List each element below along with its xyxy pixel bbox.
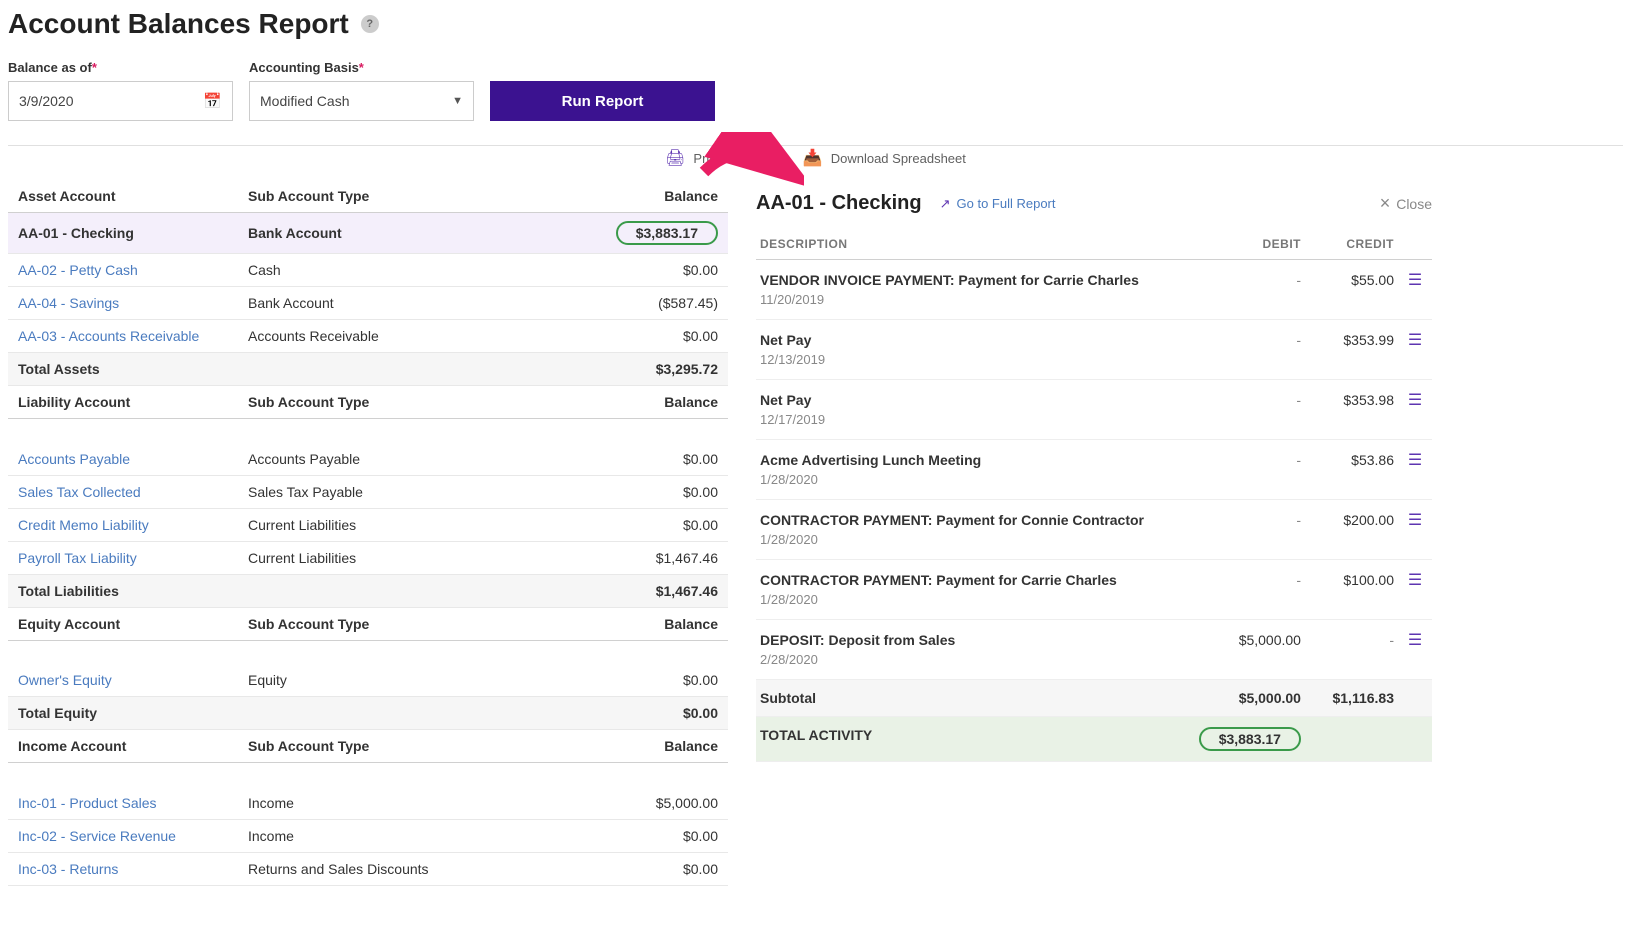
page-title: Account Balances Report xyxy=(8,8,349,40)
account-link[interactable]: Inc-01 - Product Sales xyxy=(8,787,238,820)
row-menu-icon[interactable]: ☰ xyxy=(1408,275,1422,287)
total-row: Total Assets$3,295.72 xyxy=(8,353,728,386)
balance-asof-input[interactable]: 📅 xyxy=(8,81,233,121)
detail-row: CONTRACTOR PAYMENT: Payment for Carrie C… xyxy=(756,560,1432,620)
total-row: Total Liabilities$1,467.46 xyxy=(8,574,728,607)
chevron-down-icon: ▼ xyxy=(452,95,463,107)
table-row: Inc-02 - Service Revenue Income $0.00 xyxy=(8,819,728,852)
detail-row: VENDOR INVOICE PAYMENT: Payment for Carr… xyxy=(756,260,1432,320)
account-link[interactable]: AA-01 - Checking xyxy=(8,213,238,254)
col-sub-account: Sub Account Type xyxy=(238,180,509,213)
account-link[interactable]: Credit Memo Liability xyxy=(8,508,238,541)
col-balance: Balance xyxy=(509,180,728,213)
liabilities-table: Liability Account Sub Account Type Balan… xyxy=(8,386,728,608)
panel-title: AA-01 - Checking xyxy=(756,192,922,215)
table-row: Inc-03 - Returns Returns and Sales Disco… xyxy=(8,852,728,885)
close-panel-button[interactable]: × Close xyxy=(1380,193,1432,214)
col-asset-account: Asset Account xyxy=(8,180,238,213)
close-icon: × xyxy=(1380,193,1391,214)
account-link[interactable]: AA-02 - Petty Cash xyxy=(8,254,238,287)
toolbar: 🖨 Print Report 📥 Download Spreadsheet xyxy=(8,148,1623,180)
table-row: AA-03 - Accounts Receivable Accounts Rec… xyxy=(8,320,728,353)
accounting-basis-select[interactable]: Modified Cash ▼ xyxy=(249,81,474,121)
account-link[interactable]: Inc-03 - Returns xyxy=(8,852,238,885)
detail-row: Net Pay12/17/2019 - $353.98 ☰ xyxy=(756,380,1432,440)
row-menu-icon[interactable]: ☰ xyxy=(1408,515,1422,527)
external-link-icon: ↗ xyxy=(940,196,951,212)
account-link[interactable]: Accounts Payable xyxy=(8,443,238,476)
detail-panel: AA-01 - Checking ↗ Go to Full Report × C… xyxy=(744,180,1444,886)
report-table-area: Asset Account Sub Account Type Balance A… xyxy=(8,180,728,886)
balance-asof-label: Balance as of* xyxy=(8,60,233,75)
detail-row: Acme Advertising Lunch Meeting1/28/2020 … xyxy=(756,440,1432,500)
download-icon: 📥 xyxy=(803,148,823,168)
table-row: AA-02 - Petty Cash Cash $0.00 xyxy=(8,254,728,287)
assets-body: AA-01 - Checking Bank Account $3,883.17A… xyxy=(8,213,728,386)
table-row: AA-04 - Savings Bank Account ($587.45) xyxy=(8,287,728,320)
print-icon: 🖨 xyxy=(665,148,685,168)
row-menu-icon[interactable]: ☰ xyxy=(1408,335,1422,347)
equity-table: Equity Account Sub Account Type Balance … xyxy=(8,608,728,731)
row-menu-icon[interactable]: ☰ xyxy=(1408,575,1422,587)
detail-body: VENDOR INVOICE PAYMENT: Payment for Carr… xyxy=(756,260,1432,762)
detail-row: DEPOSIT: Deposit from Sales2/28/2020 $5,… xyxy=(756,620,1432,680)
account-link[interactable]: Payroll Tax Liability xyxy=(8,541,238,574)
account-link[interactable]: AA-04 - Savings xyxy=(8,287,238,320)
print-report-button[interactable]: 🖨 Print Report xyxy=(665,148,763,168)
table-row: Credit Memo Liability Current Liabilitie… xyxy=(8,508,728,541)
row-menu-icon[interactable]: ☰ xyxy=(1408,395,1422,407)
row-menu-icon[interactable]: ☰ xyxy=(1408,455,1422,467)
assets-table: Asset Account Sub Account Type Balance A… xyxy=(8,180,728,386)
download-spreadsheet-button[interactable]: 📥 Download Spreadsheet xyxy=(803,148,966,168)
row-menu-icon[interactable]: ☰ xyxy=(1408,635,1422,647)
help-icon[interactable]: ? xyxy=(361,15,379,33)
account-link[interactable]: Inc-02 - Service Revenue xyxy=(8,819,238,852)
income-body: Inc-01 - Product Sales Income $5,000.00I… xyxy=(8,787,728,886)
income-table: Income Account Sub Account Type Balance … xyxy=(8,730,728,886)
detail-row: Net Pay12/13/2019 - $353.99 ☰ xyxy=(756,320,1432,380)
table-row: Payroll Tax Liability Current Liabilitie… xyxy=(8,541,728,574)
detail-row: CONTRACTOR PAYMENT: Payment for Connie C… xyxy=(756,500,1432,560)
liab-body: Accounts Payable Accounts Payable $0.00S… xyxy=(8,443,728,608)
detail-table: DESCRIPTION DEBIT CREDIT VENDOR INVOICE … xyxy=(756,229,1432,762)
account-link[interactable]: AA-03 - Accounts Receivable xyxy=(8,320,238,353)
total-row: Total Equity$0.00 xyxy=(8,697,728,730)
table-row: Owner's Equity Equity $0.00 xyxy=(8,664,728,697)
run-report-button[interactable]: Run Report xyxy=(490,81,715,121)
calendar-icon[interactable]: 📅 xyxy=(203,92,222,110)
account-link[interactable]: Owner's Equity xyxy=(8,664,238,697)
equity-body: Owner's Equity Equity $0.00Total Equity$… xyxy=(8,664,728,730)
accounting-basis-label: Accounting Basis* xyxy=(249,60,474,75)
filters-bar: Balance as of* 📅 Accounting Basis* Modif… xyxy=(8,60,1623,146)
table-row: Inc-01 - Product Sales Income $5,000.00 xyxy=(8,787,728,820)
account-link[interactable]: Sales Tax Collected xyxy=(8,475,238,508)
table-row: Accounts Payable Accounts Payable $0.00 xyxy=(8,443,728,476)
table-row: AA-01 - Checking Bank Account $3,883.17 xyxy=(8,213,728,254)
table-row: Sales Tax Collected Sales Tax Payable $0… xyxy=(8,475,728,508)
balance-asof-field[interactable] xyxy=(19,93,179,109)
go-to-full-report-link[interactable]: ↗ Go to Full Report xyxy=(940,196,1056,212)
